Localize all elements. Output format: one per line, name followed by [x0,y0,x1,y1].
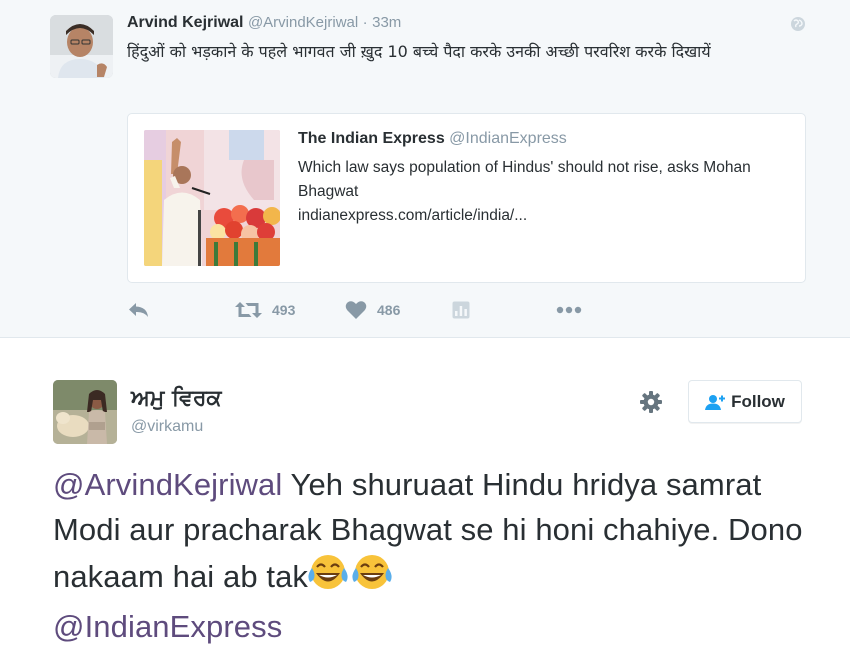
retweet-count: 493 [272,302,296,318]
more-dots-icon [556,306,582,314]
tweet-text: @ArvindKejriwal Yeh shuruaat Hindu hridy… [53,462,813,647]
card-url[interactable]: indianexpress.com/article/india/... [298,204,798,228]
gear-icon[interactable] [637,388,665,416]
retweet-icon [235,301,262,319]
user-handle[interactable]: @ArvindKejriwal [248,14,358,31]
add-user-icon [705,394,726,410]
avatar[interactable] [53,380,117,444]
card-source-handle[interactable]: @IndianExpress [449,130,567,147]
analytics-button[interactable] [452,298,470,322]
user-name[interactable]: Arvind Kejriwal [127,14,243,31]
follow-label: Follow [731,391,785,411]
tweet-text: हिंदुओं को भड़काने के पहले भागवत जी ख़ुद… [127,42,711,61]
user-name[interactable]: ਅਮੁ ਵਿਰਕ [131,386,222,411]
card-body: The Indian Express @IndianExpress Which … [298,130,798,228]
heart-icon [345,300,367,320]
more-button[interactable] [556,298,582,322]
card-source: The Indian Express @IndianExpress [298,130,798,148]
analytics-icon [452,301,470,319]
tweet-actions: 493 486 [0,298,850,322]
reply-button[interactable] [128,298,150,322]
reply-icon [128,301,150,319]
like-count: 486 [377,302,401,318]
mention-link[interactable]: @IndianExpress [53,609,282,644]
follow-button[interactable]: Follow [688,380,802,423]
globe-icon [790,16,806,32]
retweet-button[interactable]: 493 [235,298,295,322]
tweet-header: Arvind Kejriwal @ArvindKejriwal · 33m [127,14,401,32]
like-button[interactable]: 486 [345,298,400,322]
face-with-tears-of-joy-icon [352,552,396,604]
user-handle[interactable]: @virkamu [131,418,203,436]
card-image[interactable] [144,130,280,266]
face-with-tears-of-joy-icon [308,552,352,604]
mention-link[interactable]: @ArvindKejriwal [53,467,282,502]
time-separator: · [362,14,368,31]
tweet-time[interactable]: 33m [372,14,401,31]
link-card[interactable]: The Indian Express @IndianExpress Which … [127,113,806,283]
card-description: Which law says population of Hindus' sho… [298,159,751,200]
card-source-name[interactable]: The Indian Express [298,130,445,147]
avatar[interactable] [50,15,113,78]
quoted-tweet: Arvind Kejriwal @ArvindKejriwal · 33m हि… [0,0,850,338]
